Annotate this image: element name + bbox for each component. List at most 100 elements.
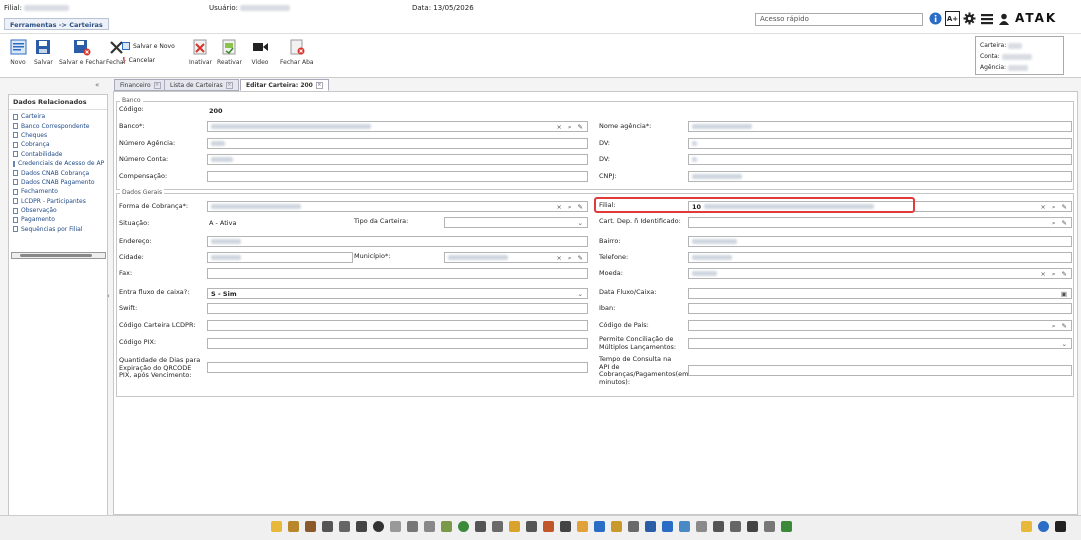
font-increase-icon[interactable]: A+ [945,11,960,26]
bairro-input[interactable] [688,236,1072,247]
cnpj-input[interactable] [688,171,1072,182]
codigo-lcdpr-input[interactable] [207,320,588,331]
numero-agencia-input[interactable] [207,138,588,149]
related-item-fechamento[interactable]: Fechamento [9,187,107,196]
field-lookup-icons[interactable]: × ⌕ ✎ [1040,270,1069,278]
chevron-down-icon[interactable]: ⌄ [1062,340,1069,348]
related-item-cnab-pagamento[interactable]: Dados CNAB Pagamento [9,178,107,187]
gear-icon[interactable] [962,11,977,26]
shortcut-video-icon[interactable] [1055,521,1066,532]
shortcut-bank-icon[interactable] [356,521,367,532]
swift-input[interactable] [207,303,588,314]
shortcut-doc-icon[interactable] [628,521,639,532]
reativar-button[interactable]: Reativar [217,38,242,76]
cidade-input[interactable] [207,252,353,263]
shortcut-table-icon[interactable] [339,521,350,532]
collapse-panel-icon[interactable]: « [95,81,99,89]
entra-fluxo-select[interactable]: S - Sim ⌄ [207,288,588,299]
forma-cobranca-input[interactable]: × ⌕ ✎ [207,201,588,212]
splitter-handle-icon[interactable]: ‹ [107,292,110,300]
cart-dep-input[interactable]: ⌕ ✎ [688,217,1072,228]
moeda-input[interactable]: × ⌕ ✎ [688,268,1072,279]
related-item-cnab-cobranca[interactable]: Dados CNAB Cobrança [9,168,107,177]
field-lookup-icons[interactable]: × ⌕ ✎ [1040,203,1069,211]
tab-close-icon[interactable]: × [153,81,161,89]
calendar-icon[interactable]: ▣ [1061,290,1069,298]
permite-conciliacao-select[interactable]: ⌄ [688,338,1072,349]
fechar-aba-button[interactable]: Fechar Aba [280,38,314,76]
fax-input[interactable] [207,268,588,279]
numero-conta-input[interactable] [207,154,588,165]
field-lookup-icons[interactable]: × ⌕ ✎ [556,254,585,262]
field-lookup-icons[interactable]: ⌕ ✎ [1052,219,1069,227]
info-icon[interactable] [928,11,943,26]
salvar-fechar-button[interactable]: Salvar e Fechar [59,38,105,76]
related-item-cheques[interactable]: Cheques [9,131,107,140]
related-item-carteira[interactable]: Carteira [9,112,107,121]
banco-input[interactable]: × ⌕ ✎ [207,121,588,132]
nome-agencia-input[interactable] [688,121,1072,132]
shortcut-tree-icon[interactable] [781,521,792,532]
novo-button[interactable]: Novo [9,38,27,76]
shortcut-print-icon[interactable] [407,521,418,532]
data-fluxo-input[interactable]: ▣ [688,288,1072,299]
municipio-input[interactable]: × ⌕ ✎ [444,252,588,263]
shortcut-cart-icon[interactable] [713,521,724,532]
shortcut-percent-icon[interactable] [679,521,690,532]
codigo-pais-input[interactable]: ⌕ ✎ [688,320,1072,331]
shortcut-dollar-icon[interactable] [509,521,520,532]
iban-input[interactable] [688,303,1072,314]
shortcut-pen-icon[interactable] [390,521,401,532]
shortcut-star-icon[interactable] [271,521,282,532]
shortcut-report-icon[interactable] [696,521,707,532]
shortcut-money-icon[interactable] [492,521,503,532]
scrollbar-thumb[interactable] [20,254,92,257]
breadcrumb[interactable]: Ferramentas -> Carteiras [4,18,109,30]
shortcut-people-icon[interactable] [288,521,299,532]
menu-icon[interactable] [979,11,994,26]
inativar-button[interactable]: Inativar [189,38,212,76]
related-item-cobranca[interactable]: Cobrança [9,140,107,149]
shortcut-clock-icon[interactable] [373,521,384,532]
shortcut-scale-icon[interactable] [747,521,758,532]
shortcut-factory-icon[interactable] [543,521,554,532]
shortcut-box-icon[interactable] [305,521,316,532]
related-item-credenciais[interactable]: Credenciais de Acesso de AP [9,159,107,168]
tipo-carteira-select[interactable]: ⌄ [444,217,588,228]
dv-conta-input[interactable] [688,154,1072,165]
shortcut-globe-icon[interactable] [458,521,469,532]
related-item-observacao[interactable]: Observação [9,206,107,215]
related-item-sequencias[interactable]: Sequências por Filial [9,225,107,234]
shortcut-favorites-icon[interactable] [1021,521,1032,532]
tab-close-icon[interactable]: × [315,81,323,89]
shortcut-card-icon[interactable] [424,521,435,532]
shortcut-list-icon[interactable] [645,521,656,532]
tab-close-icon[interactable]: × [225,81,233,89]
salvar-button[interactable]: Salvar [34,38,53,76]
field-lookup-icons[interactable]: × ⌕ ✎ [556,203,585,211]
tab-financeiro[interactable]: Financeiro × [114,79,167,91]
shortcut-phone-icon[interactable] [475,521,486,532]
shortcut-help-icon[interactable] [1038,521,1049,532]
dv-agencia-input[interactable] [688,138,1072,149]
shortcut-figure-icon[interactable] [577,521,588,532]
chevron-down-icon[interactable]: ⌄ [578,290,585,298]
endereco-input[interactable] [207,236,588,247]
qtd-dias-input[interactable] [207,362,588,373]
quick-access-input[interactable]: Acesso rápido [755,13,923,26]
shortcut-register-icon[interactable] [526,521,537,532]
tab-lista-carteiras[interactable]: Lista de Carteiras × [164,79,239,91]
user-icon[interactable] [996,11,1011,26]
shortcut-chart-icon[interactable] [441,521,452,532]
codigo-pix-input[interactable] [207,338,588,349]
shortcut-person-icon[interactable] [730,521,741,532]
shortcut-headset-icon[interactable] [764,521,775,532]
shortcut-bars-icon[interactable] [560,521,571,532]
related-item-pagamento[interactable]: Pagamento [9,215,107,224]
related-item-contabilidade[interactable]: Contabilidade [9,150,107,159]
field-lookup-icons[interactable]: × ⌕ ✎ [556,123,585,131]
compensacao-input[interactable] [207,171,588,182]
tempo-consulta-input[interactable] [688,365,1072,376]
tab-editar-carteira[interactable]: Editar Carteira: 200 × [240,79,329,91]
salvar-novo-button[interactable]: Salvar e Novo [122,42,175,50]
